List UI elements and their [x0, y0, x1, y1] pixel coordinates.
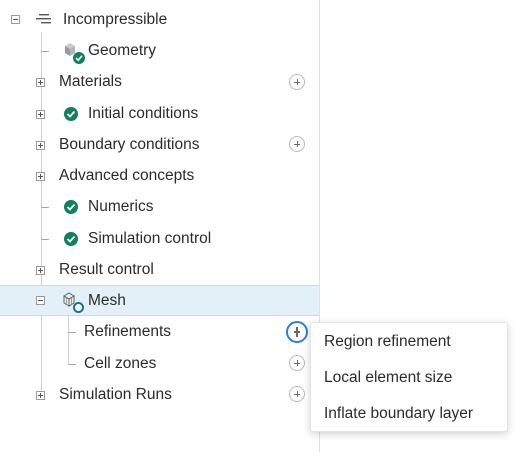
check-circle-icon [73, 52, 85, 64]
tree-row-materials[interactable]: Materials [0, 67, 319, 98]
expand-toggle-simulation-runs[interactable] [36, 391, 45, 400]
tree-row-numerics[interactable]: Numerics [0, 192, 319, 223]
tree-branch-dash [68, 332, 76, 333]
tree-label-materials: Materials [59, 73, 122, 90]
add-refinement-menu: Region refinement Local element size Inf… [310, 322, 508, 432]
list-icon [36, 12, 54, 26]
tree-label-boundary-conditions: Boundary conditions [59, 136, 200, 153]
tree-label-incompressible: Incompressible [63, 11, 168, 28]
check-circle-icon [64, 200, 78, 214]
tree-row-simulation-control[interactable]: Simulation control [0, 224, 319, 255]
tree-row-cell-zones[interactable]: Cell zones [0, 349, 319, 380]
add-cell-zone-button[interactable] [289, 355, 305, 371]
tree-label-refinements: Refinements [84, 323, 172, 340]
tree-label-numerics: Numerics [88, 198, 154, 215]
tree-label-simulation-runs: Simulation Runs [59, 386, 172, 403]
menu-item-region-refinement[interactable]: Region refinement [311, 324, 507, 360]
add-material-button[interactable] [289, 74, 305, 90]
tree-row-simulation-runs[interactable]: Simulation Runs [0, 380, 319, 411]
tree-row-initial-conditions[interactable]: Initial conditions [0, 99, 319, 130]
expand-toggle-advanced-concepts[interactable] [36, 172, 45, 181]
tree-branch-dash [41, 239, 49, 240]
tree-label-initial-conditions: Initial conditions [88, 105, 199, 122]
expand-toggle-initial-conditions[interactable] [36, 110, 45, 119]
tree-branch-dash [68, 364, 76, 365]
tree-label-geometry: Geometry [88, 42, 157, 59]
add-boundary-condition-button[interactable] [289, 136, 305, 152]
tree-row-refinements[interactable]: Refinements [0, 317, 319, 348]
tree-row-incompressible[interactable]: Incompressible [0, 4, 319, 35]
expand-toggle-boundary-conditions[interactable] [36, 141, 45, 150]
expand-toggle-materials[interactable] [36, 78, 45, 87]
expand-toggle-result-control[interactable] [36, 266, 45, 275]
menu-item-local-element-size[interactable]: Local element size [311, 360, 507, 396]
collapse-toggle-mesh[interactable] [36, 296, 45, 305]
check-circle-icon [64, 232, 78, 246]
tree-label-result-control: Result control [59, 261, 154, 278]
tree-label-mesh: Mesh [88, 292, 126, 309]
tree-branch-dash [41, 207, 49, 208]
check-circle-icon [64, 107, 78, 121]
tree-branch-dash [41, 51, 49, 52]
add-refinement-button[interactable] [286, 321, 308, 343]
tree-row-mesh[interactable]: Mesh [0, 285, 319, 316]
simulation-tree-panel: Incompressible Geometry Materials Initia… [0, 0, 320, 452]
tree-row-result-control[interactable]: Result control [0, 255, 319, 286]
add-simulation-run-button[interactable] [289, 386, 305, 402]
menu-item-inflate-boundary-layer[interactable]: Inflate boundary layer [311, 396, 507, 432]
simulation-tree-screen: Incompressible Geometry Materials Initia… [0, 0, 515, 452]
tree-label-cell-zones: Cell zones [84, 355, 157, 372]
tree-label-advanced-concepts: Advanced concepts [59, 167, 195, 184]
collapse-toggle-incompressible[interactable] [11, 15, 20, 24]
tree-row-geometry[interactable]: Geometry [0, 36, 319, 67]
tree-row-boundary-conditions[interactable]: Boundary conditions [0, 130, 319, 161]
pending-circle-icon [73, 302, 84, 313]
tree-row-advanced-concepts[interactable]: Advanced concepts [0, 161, 319, 192]
tree-label-simulation-control: Simulation control [88, 230, 212, 247]
